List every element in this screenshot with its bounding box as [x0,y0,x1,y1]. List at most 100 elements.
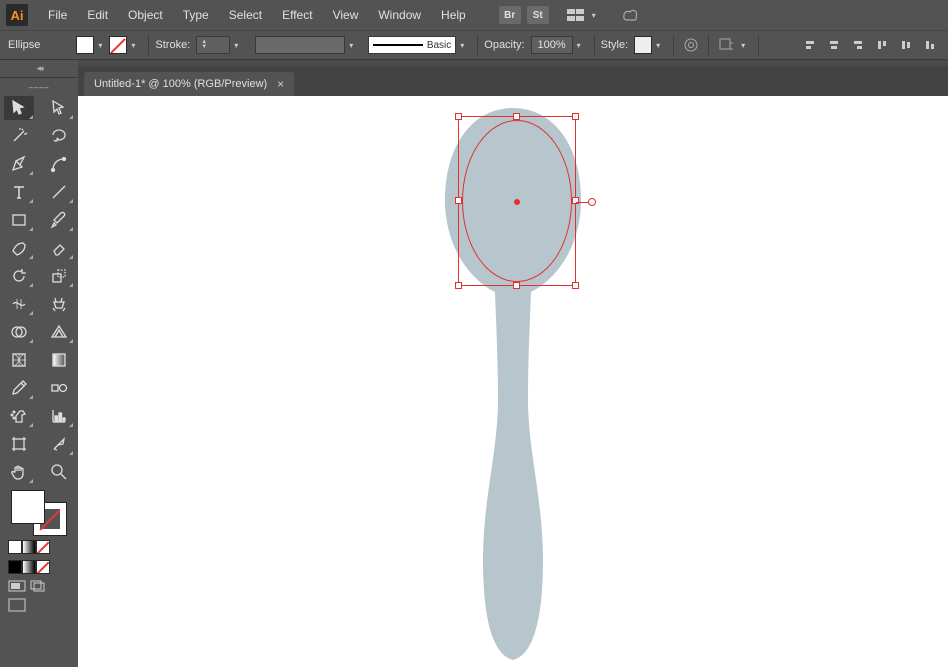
menu-window[interactable]: Window [368,0,431,30]
pen-tool[interactable] [4,152,34,176]
transform-dropdown[interactable]: ▾ [738,41,748,50]
menu-type[interactable]: Type [173,0,219,30]
opacity-field[interactable]: 100% [531,36,573,54]
canvas[interactable] [78,96,948,667]
style-dropdown[interactable]: ▾ [653,41,663,50]
type-tool[interactable] [4,180,34,204]
document-tab-bar: Untitled-1* @ 100% (RGB/Preview) × [78,66,948,96]
draw-normal-button[interactable] [8,560,22,574]
lasso-tool[interactable] [44,124,74,148]
hand-tool[interactable] [4,460,34,484]
fill-swatch[interactable] [76,36,94,54]
zoom-tool[interactable] [44,460,74,484]
opacity-value: 100% [538,39,566,51]
gradient-mode-button[interactable] [22,540,36,554]
transform-icon[interactable] [717,36,735,54]
width-tool[interactable] [4,292,34,316]
brush-dropdown[interactable]: ▾ [457,41,467,50]
style-swatch[interactable] [634,36,652,54]
stroke-weight-field[interactable]: ▲▼ [196,36,230,54]
shape-builder-tool[interactable] [4,320,34,344]
menu-help[interactable]: Help [431,0,476,30]
eyedropper-tool[interactable] [4,376,34,400]
curvature-tool[interactable] [44,152,74,176]
gradient-tool[interactable] [44,348,74,372]
menu-effect[interactable]: Effect [272,0,322,30]
stroke-label: Stroke: [155,39,190,51]
stroke-swatch[interactable] [109,36,127,54]
fill-stroke-indicator[interactable] [11,490,67,536]
fill-dropdown[interactable]: ▾ [95,41,105,50]
line-tool[interactable] [44,180,74,204]
variable-width-profile[interactable] [255,36,345,54]
document-tab[interactable]: Untitled-1* @ 100% (RGB/Preview) × [84,72,294,96]
screen-mode-normal[interactable] [8,580,26,594]
chevron-down-icon[interactable]: ▾ [592,11,600,19]
selection-handle-ne[interactable] [572,113,579,120]
menu-bar: Ai File Edit Object Type Select Effect V… [0,0,948,30]
align-vcenter-button[interactable] [896,35,916,55]
column-graph-tool[interactable] [44,404,74,428]
sync-icon[interactable] [620,8,640,22]
brush-field[interactable]: Basic [368,36,456,54]
pie-widget-handle[interactable] [588,198,596,206]
variable-width-dropdown[interactable]: ▾ [346,41,356,50]
symbol-sprayer-tool[interactable] [4,404,34,428]
mesh-tool[interactable] [4,348,34,372]
slice-tool[interactable] [44,432,74,456]
collapse-arrows-icon: ◂◂ [36,63,41,74]
blend-tool[interactable] [44,376,74,400]
toolbox-grip[interactable]: ━━━━ [4,84,74,92]
stroke-dropdown[interactable]: ▾ [128,41,138,50]
artboard-tool[interactable] [4,432,34,456]
align-hcenter-button[interactable] [824,35,844,55]
toolbox: ━━━━ [0,78,78,667]
selection-handle-s[interactable] [513,282,520,289]
bridge-button[interactable]: Br [499,6,521,24]
selection-handle-w[interactable] [455,197,462,204]
selection-handle-sw[interactable] [455,282,462,289]
selection-handle-n[interactable] [513,113,520,120]
menu-edit[interactable]: Edit [77,0,118,30]
scale-tool[interactable] [44,264,74,288]
workspace-layout-button[interactable] [567,8,587,22]
menu-object[interactable]: Object [118,0,173,30]
selection-tool[interactable] [4,96,34,120]
document-tab-title: Untitled-1* @ 100% (RGB/Preview) [94,78,267,90]
panel-collapse-strip[interactable]: ◂◂ [0,60,78,78]
selection-handle-nw[interactable] [455,113,462,120]
selection-center-point[interactable] [514,199,520,205]
edit-toolbar-button[interactable] [8,598,26,612]
align-bottom-button[interactable] [920,35,940,55]
align-top-button[interactable] [872,35,892,55]
color-mode-button[interactable] [8,540,22,554]
app-logo: Ai [6,4,28,26]
free-transform-tool[interactable] [44,292,74,316]
paintbrush-tool[interactable] [44,208,74,232]
shaper-tool[interactable] [4,236,34,260]
direct-selection-tool[interactable] [44,96,74,120]
magic-wand-tool[interactable] [4,124,34,148]
menu-select[interactable]: Select [219,0,272,30]
selection-handle-se[interactable] [572,282,579,289]
rotate-tool[interactable] [4,264,34,288]
menu-file[interactable]: File [38,0,77,30]
eraser-tool[interactable] [44,236,74,260]
draw-inside-button[interactable] [36,560,50,574]
align-left-button[interactable] [800,35,820,55]
opacity-dropdown[interactable]: ▾ [574,41,584,50]
align-group [800,35,940,55]
style-label: Style: [601,39,629,51]
tab-close-button[interactable]: × [277,77,284,91]
recolor-artwork-icon[interactable] [682,36,700,54]
stroke-weight-dropdown[interactable]: ▾ [231,41,241,50]
screen-mode-cycle[interactable] [30,580,48,594]
align-right-button[interactable] [848,35,868,55]
draw-behind-button[interactable] [22,560,36,574]
menu-view[interactable]: View [323,0,369,30]
stock-button[interactable]: St [527,6,549,24]
rectangle-tool[interactable] [4,208,34,232]
fill-indicator[interactable] [11,490,45,524]
perspective-grid-tool[interactable] [44,320,74,344]
none-mode-button[interactable] [36,540,50,554]
